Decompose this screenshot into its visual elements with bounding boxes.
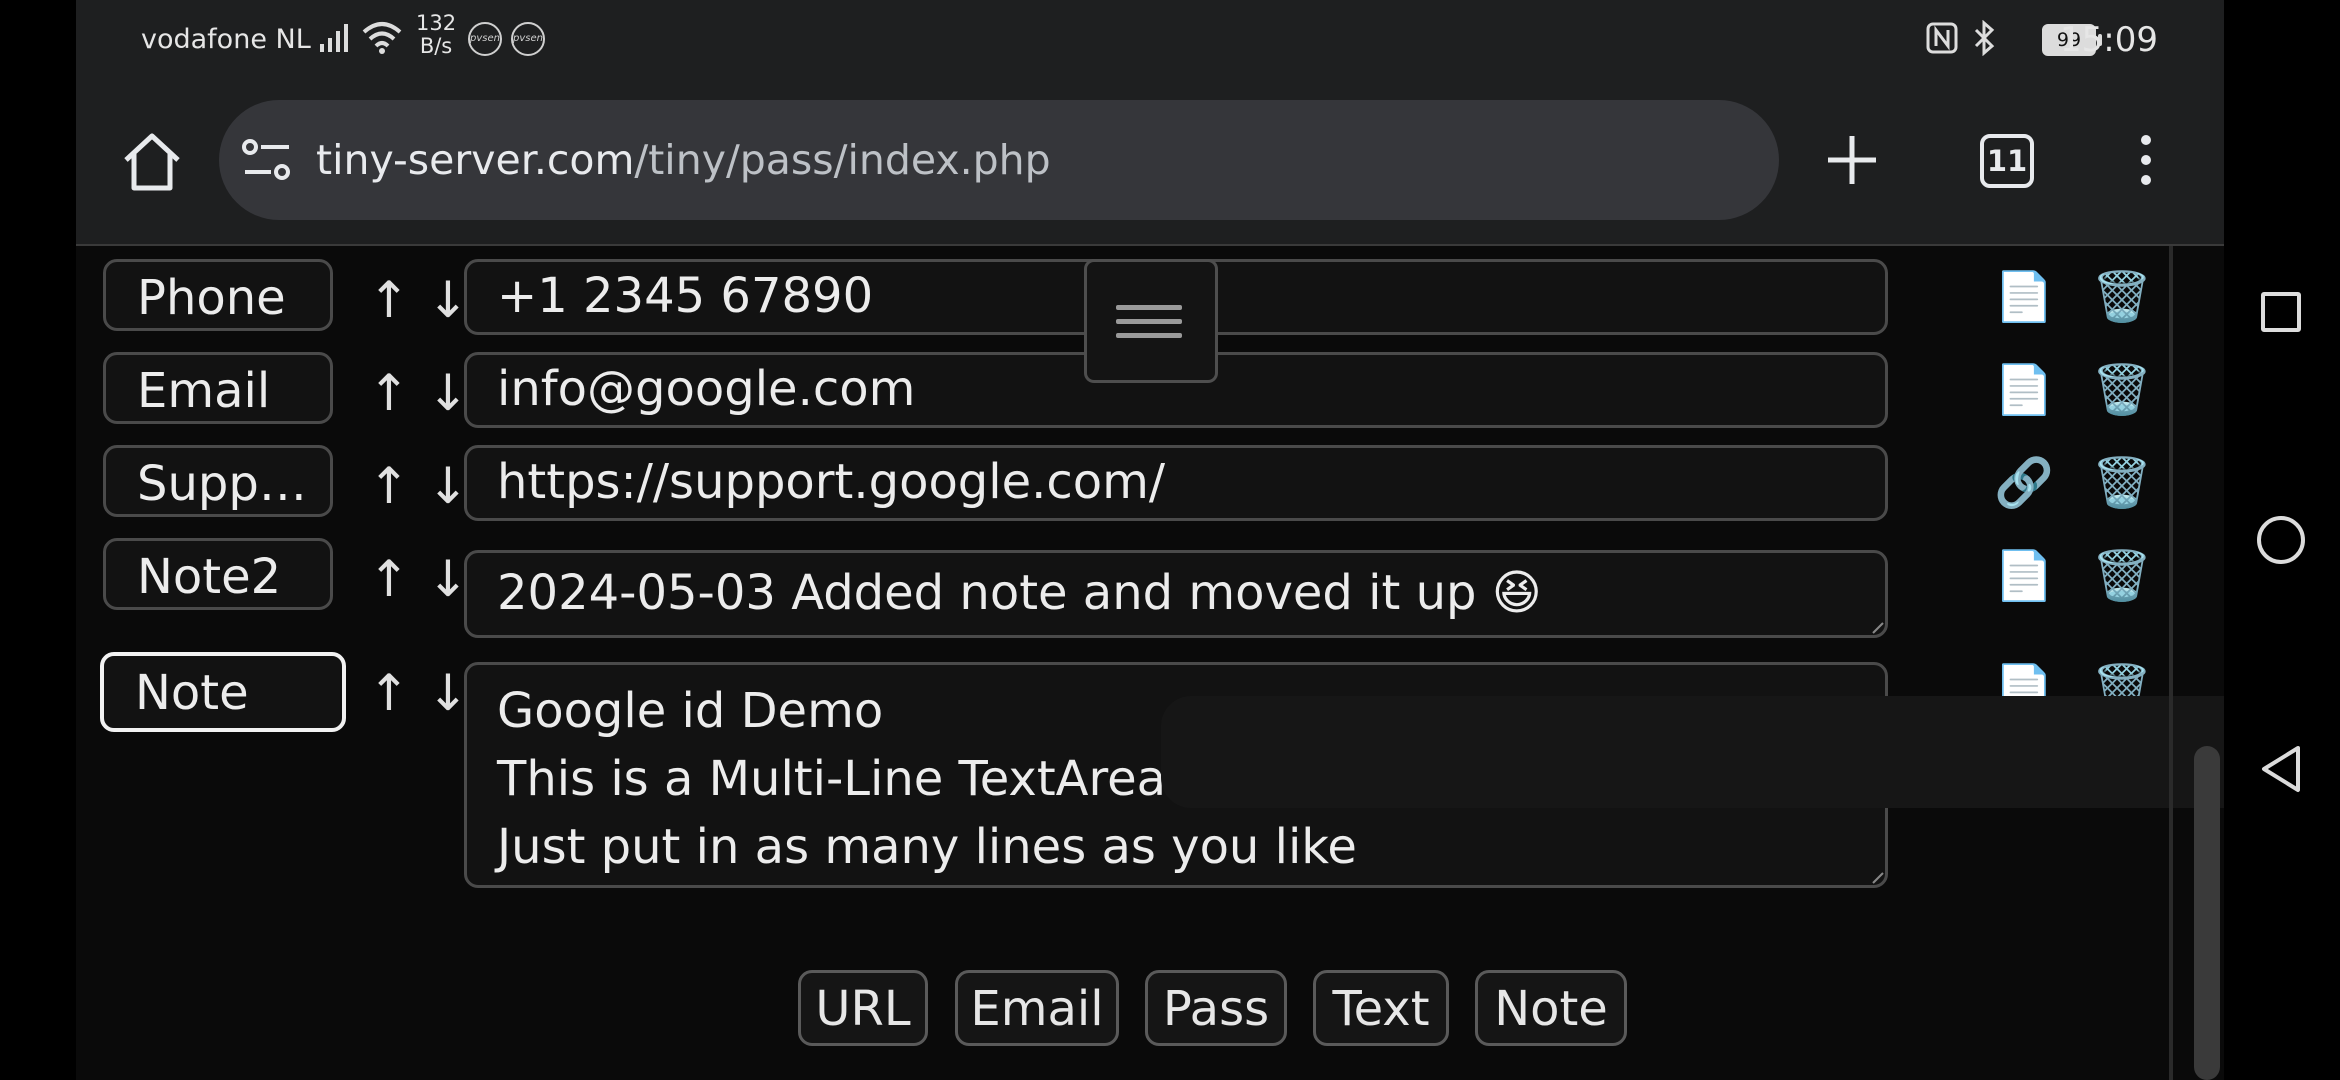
resize-handle-icon[interactable] (1871, 621, 1885, 635)
add-pass-button[interactable]: Pass (1145, 970, 1287, 1046)
more-menu-icon[interactable] (2136, 132, 2156, 188)
hamburger-menu-icon[interactable] (1084, 259, 1218, 383)
add-note-button[interactable]: Note (1475, 970, 1627, 1046)
browser-toolbar: tiny-server.com/tiny/pass/index.php 11 (76, 80, 2224, 246)
wifi-icon (362, 22, 402, 54)
move-down-icon[interactable]: ↓ (427, 457, 469, 515)
home-circle-icon[interactable] (2257, 516, 2305, 564)
resize-handle-icon[interactable] (1871, 871, 1885, 885)
delete-icon[interactable]: 🗑️ (2092, 546, 2152, 606)
field-label-input[interactable]: Phone (103, 259, 333, 331)
scroll-track (2169, 246, 2173, 1080)
hamburger-line (1116, 319, 1182, 324)
open-link-icon[interactable]: 🔗 (1994, 453, 2054, 513)
toast-overlay (1161, 696, 2224, 808)
move-down-icon[interactable]: ↓ (427, 550, 469, 608)
nfc-icon (1926, 22, 1958, 54)
add-email-button[interactable]: Email (955, 970, 1119, 1046)
field-value-input[interactable]: https://support.google.com/ (464, 445, 1888, 521)
copy-icon[interactable]: 📄 (1994, 360, 2054, 420)
move-up-icon[interactable]: ↑ (368, 664, 410, 722)
carrier-name: vodafone NL (141, 24, 311, 55)
url-text[interactable]: tiny-server.com/tiny/pass/index.php (316, 136, 1051, 184)
add-text-button[interactable]: Text (1313, 970, 1449, 1046)
copy-icon[interactable]: 📄 (1994, 267, 2054, 327)
hamburger-line (1116, 305, 1182, 310)
url-host: tiny-server.com (316, 136, 635, 184)
delete-icon[interactable]: 🗑️ (2092, 360, 2152, 420)
signal-icon (320, 24, 348, 52)
field-label-input[interactable]: Email (103, 352, 333, 424)
add-url-button[interactable]: URL (798, 970, 928, 1046)
network-speed: 132 B/s (416, 12, 456, 58)
move-down-icon[interactable]: ↓ (427, 664, 469, 722)
field-label-input[interactable]: Note2 (103, 538, 333, 610)
move-up-icon[interactable]: ↑ (368, 457, 410, 515)
bluetooth-icon (1974, 20, 1995, 56)
notification-badge-icon: pvsen (468, 22, 502, 56)
site-settings-icon[interactable] (241, 138, 293, 182)
address-bar[interactable]: tiny-server.com/tiny/pass/index.php (219, 100, 1779, 220)
move-down-icon[interactable]: ↓ (427, 364, 469, 422)
new-tab-icon[interactable] (1822, 130, 1882, 190)
move-up-icon[interactable]: ↑ (368, 271, 410, 329)
delete-icon[interactable]: 🗑️ (2092, 267, 2152, 327)
home-icon[interactable] (116, 126, 188, 198)
hamburger-line (1116, 333, 1182, 338)
field-value-line: https://support.google.com/ (497, 454, 1166, 510)
field-value-textarea[interactable]: 2024-05-03 Added note and moved it up 😆 (464, 550, 1888, 638)
copy-icon[interactable]: 📄 (1994, 546, 2054, 606)
url-path: /tiny/pass/index.php (634, 136, 1051, 184)
back-icon[interactable] (2258, 744, 2304, 794)
system-nav-bar (2224, 0, 2340, 1080)
delete-icon[interactable]: 🗑️ (2092, 453, 2152, 513)
move-up-icon[interactable]: ↑ (368, 364, 410, 422)
move-up-icon[interactable]: ↑ (368, 550, 410, 608)
speed-value: 132 (416, 11, 457, 35)
field-label-input-focused[interactable]: Note (100, 652, 346, 732)
speed-unit: B/s (419, 34, 453, 58)
scrollbar-thumb[interactable] (2194, 746, 2220, 1080)
field-label-input[interactable]: Supp… (103, 445, 333, 517)
tab-switcher-icon[interactable]: 11 (1980, 134, 2034, 188)
clock: 15:09 (2060, 20, 2158, 60)
move-down-icon[interactable]: ↓ (427, 271, 469, 329)
notification-badge-icon: pvsen (511, 22, 545, 56)
field-value-line: Just put in as many lines as you like (497, 819, 1357, 875)
status-bar: vodafone NL 132 B/s pvsen pvsen 99 15:09 (76, 0, 2224, 80)
field-value-line: 2024-05-03 Added note and moved it up 😆 (497, 565, 1542, 621)
page-content: Phone ↑ ↓ +1 2345 67890 📄 🗑️ Email ↑ ↓ i… (76, 246, 2224, 1080)
recent-apps-icon[interactable] (2261, 292, 2301, 332)
